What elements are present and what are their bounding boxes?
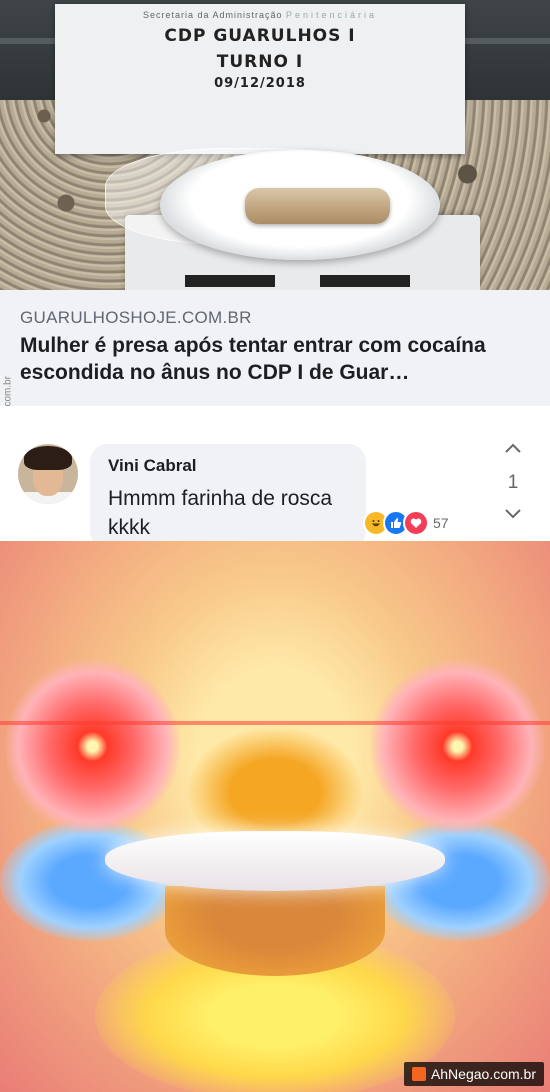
packet	[245, 188, 390, 224]
link-headline[interactable]: Mulher é presa após tentar entrar com co…	[20, 332, 535, 386]
meme-nose	[185, 726, 365, 846]
vote-control: 1	[496, 438, 530, 526]
meme-teeth	[105, 831, 445, 891]
brand-watermark: AhNegao.com.br	[403, 1062, 544, 1086]
scale-display-2	[320, 275, 410, 287]
comment: Vini Cabral Hmmm farinha de rosca kkkk 5…	[0, 406, 550, 549]
upvote-chevron-icon[interactable]	[496, 438, 530, 460]
comment-author[interactable]: Vini Cabral	[108, 456, 197, 476]
meme-image: AhNegao.com.br	[0, 541, 550, 1092]
downvote-chevron-icon[interactable]	[496, 504, 530, 526]
news-photo[interactable]: Secretaria da Administração Penitenciári…	[0, 0, 550, 290]
evidence-sign: Secretaria da Administração Penitenciári…	[55, 4, 465, 154]
sign-date: 09/12/2018	[214, 76, 306, 91]
laser-line	[0, 721, 550, 725]
vote-count: 1	[507, 472, 519, 493]
glowing-eye-right	[370, 659, 545, 834]
link-domain: GUARULHOSHOJE.COM.BR	[20, 308, 252, 327]
sign-line-2: TURNO I	[216, 52, 304, 72]
love-icon	[403, 510, 429, 536]
brand-logo-icon	[411, 1067, 426, 1081]
scale-display	[185, 275, 275, 287]
sign-header: Secretaria da Administração	[142, 10, 283, 20]
meme-mouth	[165, 886, 385, 976]
sign-line-1: CDP GUARULHOS I	[164, 26, 356, 46]
brand-watermark-text: AhNegao.com.br	[430, 1066, 536, 1082]
reactions-summary[interactable]: 57	[363, 510, 453, 536]
comment-text: Hmmm farinha de rosca kkkk	[108, 487, 333, 539]
reaction-count: 57	[433, 515, 449, 531]
avatar[interactable]	[18, 444, 78, 504]
comment-bubble: Vini Cabral Hmmm farinha de rosca kkkk	[90, 444, 366, 549]
sign-header-brand: Penitenciária	[286, 10, 378, 20]
link-preview[interactable]: GUARULHOSHOJE.COM.BR Mulher é presa após…	[0, 290, 550, 406]
glowing-eye-left	[5, 659, 180, 834]
